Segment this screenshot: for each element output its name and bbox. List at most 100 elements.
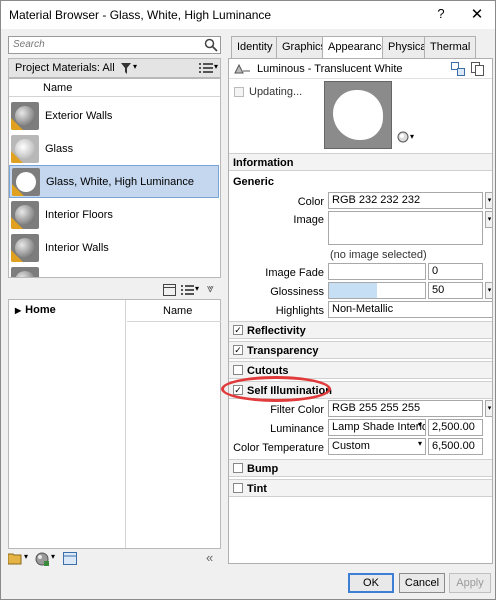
section-information[interactable]: Information [229, 153, 492, 171]
updating-checkbox[interactable] [234, 87, 244, 97]
color-temperature-label: Color Temperature [233, 442, 324, 454]
section-tint[interactable]: Tint [229, 479, 492, 497]
preview-options-icon[interactable] [397, 131, 409, 143]
home-label: Home [25, 304, 56, 316]
asset-header: Luminous - Translucent White [229, 59, 492, 79]
glossiness-slider[interactable] [328, 282, 426, 299]
library-view-dropdown-icon[interactable]: ▾ [195, 284, 199, 293]
material-label: Interior Walls [45, 242, 109, 254]
material-row-partial[interactable] [9, 265, 219, 277]
expand-arrow-icon[interactable]: ▶ [15, 306, 21, 315]
highlights-label: Highlights [275, 305, 324, 317]
create-material-dropdown-icon[interactable]: ▾ [51, 552, 55, 561]
image-field[interactable] [328, 211, 483, 245]
library-list-icon[interactable] [181, 284, 194, 296]
color-temperature-value[interactable]: 6,500.00 [428, 438, 483, 455]
annotation-circle [221, 376, 331, 402]
filter-color-dropdown-icon[interactable]: ▾ [485, 400, 492, 417]
filter-color-field[interactable]: RGB 255 255 255 [328, 400, 483, 417]
duplicate-asset-icon[interactable] [471, 62, 484, 76]
material-row-glass[interactable]: Glass [9, 133, 219, 166]
highlights-select[interactable]: Non-Metallic [328, 301, 492, 318]
asset-name: Luminous - Translucent White [257, 63, 403, 75]
reflectivity-checkbox[interactable]: ✓ [233, 325, 243, 335]
glossiness-value[interactable]: 50 [428, 282, 483, 299]
library-menu-dropdown-icon[interactable]: ▾ [24, 552, 28, 561]
project-materials-label: Project Materials: All [15, 62, 115, 74]
transparency-checkbox[interactable]: ✓ [233, 345, 243, 355]
image-fade-slider[interactable] [328, 263, 426, 280]
create-material-icon[interactable] [35, 552, 49, 566]
filter-color-label: Filter Color [270, 404, 324, 416]
library-toolbar: ▾ ⩔ [8, 281, 221, 299]
filter-dropdown-icon[interactable]: ▾ [133, 62, 137, 71]
material-row-interior-floors[interactable]: Interior Floors [9, 199, 219, 232]
section-generic[interactable]: Generic [229, 173, 492, 191]
color-temperature-dropdown-icon[interactable]: ▾ [418, 439, 422, 448]
material-thumbnail [12, 168, 40, 196]
tab-identity[interactable]: Identity [231, 36, 279, 58]
section-transparency[interactable]: ✓ Transparency [229, 341, 492, 359]
reflectivity-label: Reflectivity [247, 325, 306, 337]
view-dropdown-icon[interactable]: ▾ [214, 62, 218, 71]
help-button[interactable]: ? [431, 6, 451, 24]
material-row-exterior-walls[interactable]: Exterior Walls [9, 100, 219, 133]
search-icon[interactable] [204, 38, 218, 52]
library-home-item[interactable]: ▶ Home [15, 304, 56, 316]
apply-button[interactable]: Apply [449, 573, 491, 593]
glossiness-fill [329, 283, 377, 298]
collapse-down-icon[interactable]: ⩔ [207, 281, 214, 296]
collapse-left-icon[interactable]: « [206, 550, 213, 565]
library-panel-icon[interactable] [163, 284, 176, 296]
glossiness-label: Glossiness [270, 286, 324, 298]
material-label: Glass [45, 143, 74, 155]
library-split-divider[interactable] [125, 300, 126, 548]
ok-button[interactable]: OK [348, 573, 394, 593]
open-library-icon[interactable] [8, 552, 23, 565]
appearance-panel: Luminous - Translucent White Updating...… [228, 58, 493, 564]
color-temperature-select[interactable]: Custom [328, 438, 426, 455]
material-browser-window: Material Browser - Glass, White, High Lu… [0, 0, 496, 600]
section-bump[interactable]: Bump [229, 459, 492, 477]
bump-checkbox[interactable] [233, 463, 243, 473]
replace-asset-icon[interactable] [451, 62, 465, 76]
material-row-glass-white-high-luminance[interactable]: Glass, White, High Luminance [9, 165, 219, 198]
glossiness-dropdown-icon[interactable]: ▾ [485, 282, 492, 299]
material-thumbnail [11, 102, 39, 130]
color-dropdown-icon[interactable]: ▾ [485, 192, 492, 209]
luminance-value[interactable]: 2,500.00 [428, 419, 483, 436]
material-thumbnail [11, 267, 39, 277]
image-fade-value[interactable]: 0 [428, 263, 483, 280]
cancel-button[interactable]: Cancel [399, 573, 445, 593]
color-label: Color [297, 196, 324, 208]
luminance-label: Luminance [270, 423, 324, 435]
filter-icon[interactable] [121, 63, 131, 74]
luminance-dropdown-icon[interactable]: ▾ [418, 420, 422, 429]
bottom-toolbar: ▾ ▾ « [8, 550, 221, 567]
image-note: (no image selected) [330, 249, 427, 261]
luminance-select[interactable]: Lamp Shade Interior [328, 419, 426, 436]
cutouts-checkbox[interactable] [233, 365, 243, 375]
title-bar: Material Browser - Glass, White, High Lu… [1, 1, 495, 29]
tint-checkbox[interactable] [233, 483, 243, 493]
search-input[interactable]: Search [8, 36, 221, 54]
section-generic-label: Generic [233, 176, 274, 188]
close-button[interactable]: ✕ [467, 5, 487, 23]
tab-thermal[interactable]: Thermal [424, 36, 477, 58]
section-reflectivity[interactable]: ✓ Reflectivity [229, 321, 492, 339]
search-placeholder: Search [13, 39, 45, 50]
color-field[interactable]: RGB 232 232 232 [328, 192, 483, 209]
material-label: Exterior Walls [45, 110, 113, 122]
material-thumbnail [11, 135, 39, 163]
image-dropdown-icon[interactable]: ▾ [485, 211, 492, 228]
project-materials-bar: Project Materials: All ▾ ▾ [8, 58, 221, 78]
list-header: Name [9, 79, 220, 97]
list-view-icon[interactable] [199, 62, 213, 74]
library-name-header[interactable]: Name [127, 300, 221, 322]
name-column-header[interactable]: Name [43, 82, 72, 94]
asset-browser-icon[interactable] [63, 552, 77, 565]
bump-label: Bump [247, 463, 279, 475]
transparency-label: Transparency [247, 345, 319, 357]
material-row-interior-walls[interactable]: Interior Walls [9, 232, 219, 265]
preview-dropdown-icon[interactable]: ▾ [410, 132, 414, 141]
